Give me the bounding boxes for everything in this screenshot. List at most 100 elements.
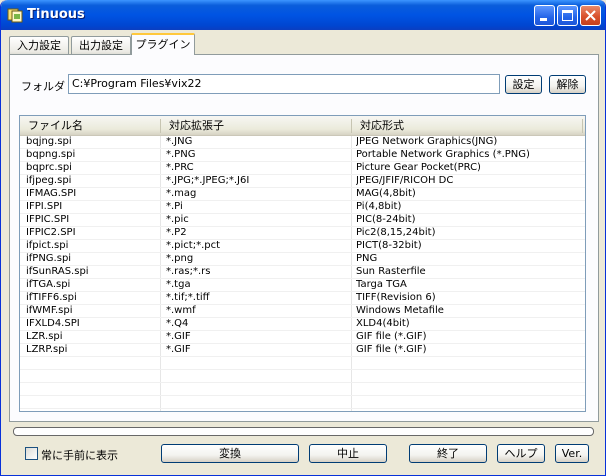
table-row[interactable]: IFPIC2.SPI *.P2 Pic2(8,15,24bit) — [20, 227, 585, 240]
cell-format: PIC(8-24bit) — [356, 214, 416, 225]
stop-button[interactable]: 中止 — [309, 444, 387, 463]
cell-extensions: *.tga — [166, 279, 191, 290]
table-row[interactable]: ifTIFF6.spi *.tif;*.tiff TIFF(Revision 6) — [20, 292, 585, 305]
cell-filename: ifpict.spi — [26, 240, 69, 251]
cell-extensions: *.ras;*.rs — [166, 266, 211, 277]
table-row[interactable]: bqprc.spi *.PRC Picture Gear Pocket(PRC) — [20, 162, 585, 175]
progress-bar — [13, 427, 594, 436]
cell-filename: bqpng.spi — [26, 149, 76, 160]
cell-format: Targa TGA — [356, 279, 407, 290]
cell-extensions: *.GIF — [166, 344, 191, 355]
cell-extensions: *.P2 — [166, 227, 187, 238]
cell-filename: ifSunRAS.spi — [26, 266, 89, 277]
cell-filename: ifPNG.spi — [26, 253, 72, 264]
cell-filename: ifjpeg.spi — [26, 175, 72, 186]
list-header: ファイル名 対応拡張子 対応形式 — [20, 116, 585, 136]
cell-format: PICT(8-32bit) — [356, 240, 422, 251]
exit-button[interactable]: 終了 — [409, 444, 487, 463]
minimize-button[interactable] — [534, 5, 555, 26]
cell-format: TIFF(Revision 6) — [356, 292, 436, 303]
column-header-filename[interactable]: ファイル名 — [20, 116, 160, 135]
column-header-format[interactable]: 対応形式 — [352, 116, 582, 135]
cell-format: XLD4(4bit) — [356, 318, 410, 329]
table-row[interactable]: IFMAG.SPI *.mag MAG(4,8bit) — [20, 188, 585, 201]
empty-row — [20, 396, 585, 409]
cell-filename: IFPIC2.SPI — [26, 227, 76, 238]
cell-extensions: *.PRC — [166, 162, 194, 173]
cell-filename: IFXLD4.SPI — [26, 318, 80, 329]
table-row[interactable]: ifSunRAS.spi *.ras;*.rs Sun Rasterfile — [20, 266, 585, 279]
cell-extensions: *.JPG;*.JPEG;*.J6I — [166, 175, 250, 186]
cell-filename: IFPI.SPI — [26, 201, 63, 212]
cell-format: Windows Metafile — [356, 305, 444, 316]
table-row[interactable]: ifpict.spi *.pict;*.pct PICT(8-32bit) — [20, 240, 585, 253]
folder-path-field[interactable]: C:¥Program Files¥vix22 — [68, 74, 500, 94]
convert-button[interactable]: 変換 — [161, 444, 299, 463]
topmost-checkbox[interactable] — [25, 447, 38, 460]
tab-input-settings[interactable]: 入力設定 — [9, 36, 69, 55]
close-button[interactable] — [580, 5, 601, 26]
cell-extensions: *.Pi — [166, 201, 183, 212]
help-button[interactable]: ヘルプ — [497, 444, 545, 463]
cell-extensions: *.wmf — [166, 305, 196, 316]
cell-extensions: *.pict;*.pct — [166, 240, 221, 251]
cell-format: Picture Gear Pocket(PRC) — [356, 162, 481, 173]
cell-extensions: *.pic — [166, 214, 189, 225]
table-row[interactable]: IFPI.SPI *.Pi Pi(4,8bit) — [20, 201, 585, 214]
empty-row — [20, 357, 585, 370]
cell-format: MAG(4,8bit) — [356, 188, 416, 199]
column-header-extensions[interactable]: 対応拡張子 — [161, 116, 351, 135]
cell-extensions: *.png — [166, 253, 194, 264]
cell-format: PNG — [356, 253, 378, 264]
cell-extensions: *.mag — [166, 188, 197, 199]
table-row[interactable]: LZRP.spi *.GIF GIF file (*.GIF) — [20, 344, 585, 357]
table-row[interactable]: LZR.spi *.GIF GIF file (*.GIF) — [20, 331, 585, 344]
cell-format: Sun Rasterfile — [356, 266, 426, 277]
folder-label: フォルダ — [21, 80, 65, 93]
empty-row — [20, 370, 585, 383]
cell-filename: ifWMF.spi — [26, 305, 73, 316]
table-row[interactable]: bqjng.spi *.JNG JPEG Network Graphics(JNG) — [20, 136, 585, 149]
version-button[interactable]: Ver. — [555, 444, 589, 463]
cell-filename: LZRP.spi — [26, 344, 68, 355]
cell-extensions: *.JNG — [166, 136, 193, 147]
cell-extensions: *.Q4 — [166, 318, 189, 329]
cell-format: JPEG Network Graphics(JNG) — [356, 136, 498, 147]
cell-format: Pi(4,8bit) — [356, 201, 402, 212]
cell-format: GIF file (*.GIF) — [356, 344, 427, 355]
cell-filename: bqprc.spi — [26, 162, 72, 173]
cell-format: GIF file (*.GIF) — [356, 331, 427, 342]
table-row[interactable]: ifPNG.spi *.png PNG — [20, 253, 585, 266]
table-row[interactable]: IFPIC.SPI *.pic PIC(8-24bit) — [20, 214, 585, 227]
window-title: Tinuous — [27, 7, 85, 22]
cell-format: JPEG/JFIF/RICOH DC — [356, 175, 454, 186]
cell-format: Portable Network Graphics (*.PNG) — [356, 149, 530, 160]
main-window: Tinuous 入力設定 出力設定 プラグイン フォルダ C:¥Program … — [0, 0, 606, 476]
cell-filename: bqjng.spi — [26, 136, 72, 147]
cell-filename: IFMAG.SPI — [26, 188, 77, 199]
tab-plugins[interactable]: プラグイン — [131, 33, 195, 55]
set-folder-button[interactable]: 設定 — [505, 75, 542, 94]
cell-extensions: *.PNG — [166, 149, 196, 160]
plugin-list[interactable]: ファイル名 対応拡張子 対応形式 bqjng.spi *.JNG JPEG Netw… — [19, 115, 586, 412]
table-row[interactable]: ifjpeg.spi *.JPG;*.JPEG;*.J6I JPEG/JFIF/RI… — [20, 175, 585, 188]
maximize-button[interactable] — [557, 5, 578, 26]
app-icon — [7, 7, 23, 23]
table-row[interactable]: IFXLD4.SPI *.Q4 XLD4(4bit) — [20, 318, 585, 331]
list-body: bqjng.spi *.JNG JPEG Network Graphics(JNG)… — [20, 136, 585, 409]
table-row[interactable]: bqpng.spi *.PNG Portable Network Graphics … — [20, 149, 585, 162]
cell-extensions: *.tif;*.tiff — [166, 292, 210, 303]
cell-filename: ifTIFF6.spi — [26, 292, 77, 303]
title-bar[interactable]: Tinuous — [1, 0, 605, 30]
cell-filename: LZR.spi — [26, 331, 63, 342]
cell-filename: IFPIC.SPI — [26, 214, 70, 225]
clear-folder-button[interactable]: 解除 — [549, 75, 586, 94]
cell-format: Pic2(8,15,24bit) — [356, 227, 436, 238]
empty-row — [20, 383, 585, 396]
table-row[interactable]: ifTGA.spi *.tga Targa TGA — [20, 279, 585, 292]
topmost-label[interactable]: 常に手前に表示 — [41, 447, 118, 463]
tab-output-settings[interactable]: 出力設定 — [71, 36, 131, 55]
cell-extensions: *.GIF — [166, 331, 191, 342]
table-row[interactable]: ifWMF.spi *.wmf Windows Metafile — [20, 305, 585, 318]
cell-filename: ifTGA.spi — [26, 279, 71, 290]
